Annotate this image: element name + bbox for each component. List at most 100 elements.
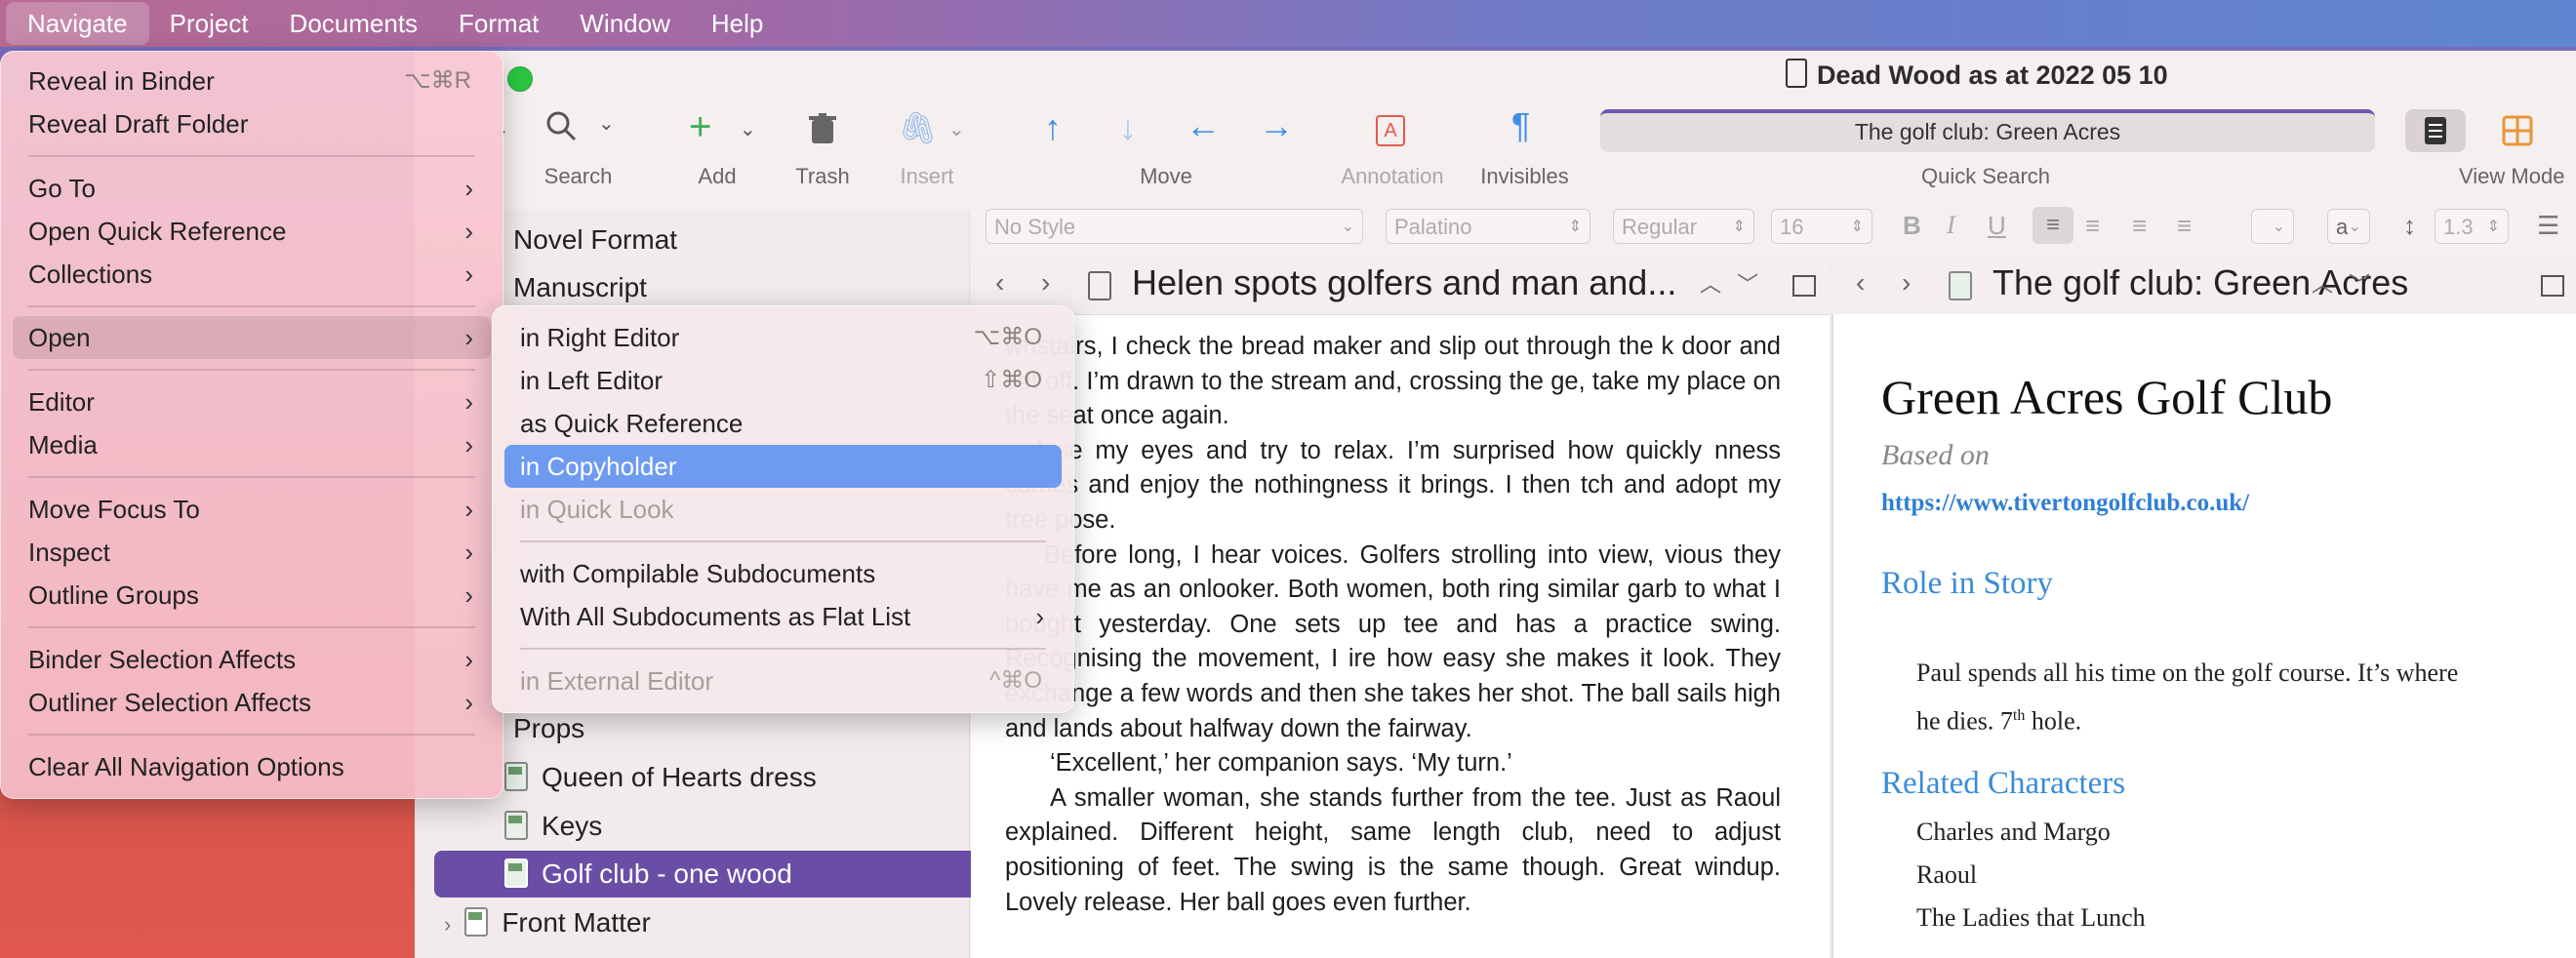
- menu-item-binder-selection-affects[interactable]: Binder Selection Affects ›: [13, 638, 491, 681]
- back-icon[interactable]: ‹: [995, 267, 1004, 299]
- based-on-label: Based on: [1881, 439, 1990, 471]
- menu-item-move-focus-to[interactable]: Move Focus To ›: [13, 488, 491, 531]
- menu-item-in-right-editor[interactable]: in Right Editor ⌥⌘O: [504, 316, 1062, 359]
- menu-item-in-external-editor: in External Editor ^⌘O: [520, 666, 1042, 696]
- menu-item-with-compilable-subdocuments[interactable]: with Compilable Subdocuments: [504, 552, 1062, 595]
- search-tool[interactable]: ⌄: [544, 109, 615, 147]
- chevron-down-icon[interactable]: ⌄: [948, 117, 965, 141]
- move-label: Move: [1140, 164, 1192, 188]
- add-icon[interactable]: +: [689, 105, 711, 149]
- menu-item-outliner-selection-affects[interactable]: Outliner Selection Affects ›: [13, 681, 491, 724]
- line-spacing-icon: ↕: [2403, 211, 2416, 240]
- menu-item-collections[interactable]: Collections ›: [13, 253, 491, 296]
- menu-item-inspect[interactable]: Inspect ›: [13, 531, 491, 574]
- menu-item-reveal-draft-folder[interactable]: Reveal Draft Folder: [13, 102, 491, 145]
- add-label: Add: [698, 164, 737, 188]
- split-editor-icon[interactable]: [1792, 275, 1816, 297]
- menu-item-flat-list[interactable]: With All Subdocuments as Flat List ›: [504, 595, 1062, 638]
- font-size-select[interactable]: 16 ⇕: [1771, 209, 1872, 244]
- move-down-icon[interactable]: ↓: [1119, 107, 1137, 148]
- left-editor-title: Helen spots golfers and man and...: [1132, 262, 1677, 302]
- menu-navigate[interactable]: Navigate: [6, 2, 149, 45]
- format-bar: No Style ⌄ Palatino ⇕ Regular ⇕ 16 ⇕ B I U ≡…: [971, 203, 2576, 250]
- right-editor-title: The golf club: Green Acres: [1992, 262, 2409, 302]
- chevron-up-icon[interactable]: ︿: [2312, 267, 2333, 299]
- chevron-up-icon[interactable]: ︿: [1700, 267, 1721, 299]
- image-document-icon: [504, 858, 528, 888]
- back-icon[interactable]: ‹: [1856, 267, 1865, 299]
- menu-item-go-to[interactable]: Go To ›: [13, 167, 491, 210]
- highlight-select[interactable]: a ⌄: [2327, 209, 2370, 244]
- underline-button[interactable]: U: [1988, 211, 2006, 241]
- menu-item-clear-all-navigation-options[interactable]: Clear All Navigation Options: [13, 745, 491, 788]
- align-center-button[interactable]: ≡: [2085, 211, 2100, 241]
- menu-item-outline-groups[interactable]: Outline Groups ›: [13, 574, 491, 617]
- search-icon: [546, 111, 577, 141]
- menu-item-open[interactable]: Open ›: [13, 316, 491, 359]
- justify-button[interactable]: ≡: [2177, 211, 2192, 241]
- menu-item-in-copyholder[interactable]: in Copyholder: [504, 445, 1062, 488]
- line-spacing-select[interactable]: 1.3 ⇕: [2435, 209, 2509, 244]
- split-editor-icon[interactable]: [2541, 275, 2564, 297]
- role-heading: Role in Story: [1881, 566, 2054, 601]
- menu-item-as-quick-reference[interactable]: as Quick Reference: [504, 402, 1062, 445]
- align-right-button[interactable]: ≡: [2132, 211, 2147, 241]
- forward-icon[interactable]: ›: [1041, 267, 1050, 299]
- menu-documents[interactable]: Documents: [269, 2, 439, 45]
- paragraph: ‘Excellent,’ her companion says. ‘My tur…: [1050, 749, 1512, 778]
- binder-item-manuscript[interactable]: Manuscript: [415, 264, 1067, 311]
- forward-icon[interactable]: ›: [1902, 267, 1911, 299]
- view-mode-corkboard[interactable]: [2488, 109, 2549, 152]
- bold-button[interactable]: B: [1903, 211, 1921, 241]
- binder-item[interactable]: Keys: [415, 803, 1059, 850]
- quick-search-label: Quick Search: [1920, 164, 2051, 188]
- window-title: Dead Wood as at 2022 05 10: [1786, 59, 2168, 91]
- move-right-icon[interactable]: →: [1259, 105, 1294, 146]
- pilcrow-icon[interactable]: ¶: [1511, 105, 1530, 146]
- left-editor-body[interactable]: wnstairs, I check the bread maker and sl…: [1005, 330, 1781, 920]
- annotation-icon[interactable]: A: [1376, 115, 1405, 146]
- menu-help[interactable]: Help: [691, 2, 784, 45]
- italic-button[interactable]: I: [1947, 211, 1955, 240]
- menu-window[interactable]: Window: [559, 2, 690, 45]
- menu-separator: [28, 369, 475, 371]
- menu-item-in-left-editor[interactable]: in Left Editor ⇧⌘O: [504, 359, 1062, 402]
- menu-format[interactable]: Format: [438, 2, 559, 45]
- trash-icon[interactable]: [809, 113, 836, 149]
- menu-item-media[interactable]: Media ›: [13, 423, 491, 466]
- paragraph: A smaller woman, she stands further from…: [1005, 783, 1781, 916]
- move-up-icon[interactable]: ↑: [1044, 107, 1062, 148]
- chevron-right-icon: ›: [464, 217, 473, 246]
- search-label: Search: [543, 164, 613, 188]
- binder-item-novel-format[interactable]: Novel Format: [415, 217, 1067, 263]
- font-select[interactable]: Palatino ⇕: [1386, 209, 1590, 244]
- paperclip-icon[interactable]: 🖇: [898, 109, 938, 146]
- reference-link[interactable]: https://www.tivertongolfclub.co.uk/: [1881, 490, 2249, 517]
- menu-project[interactable]: Project: [149, 2, 269, 45]
- disclosure-triangle-icon[interactable]: ›: [444, 912, 451, 937]
- chevron-right-icon: ›: [1035, 602, 1044, 631]
- menu-item-open-quick-reference[interactable]: Open Quick Reference ›: [13, 210, 491, 253]
- list-icon[interactable]: ☰: [2537, 211, 2559, 241]
- chevron-down-icon[interactable]: ﹀: [2349, 267, 2370, 299]
- chevron-down-icon[interactable]: ﹀: [1737, 267, 1758, 299]
- weight-select[interactable]: Regular ⇕: [1613, 209, 1754, 244]
- chevron-down-icon[interactable]: ⌄: [740, 117, 756, 141]
- binder-item-front-matter[interactable]: › Front Matter: [415, 899, 998, 946]
- zoom-window-button[interactable]: [507, 66, 533, 92]
- align-left-button[interactable]: ≡: [2033, 207, 2073, 244]
- menu-item-reveal-in-binder[interactable]: Reveal in Binder ⌥⌘R: [13, 60, 491, 102]
- view-mode-single[interactable]: [2405, 109, 2466, 152]
- binder-item[interactable]: Queen of Hearts dress: [415, 754, 1059, 801]
- binder-item-selected[interactable]: Golf club - one wood: [434, 851, 1020, 898]
- menu-separator: [28, 305, 475, 307]
- list-item: The Ladies that Lunch: [1916, 903, 2146, 932]
- right-editor-header: ‹ › The golf club: Green Acres ︿ ﹀: [1831, 256, 2576, 315]
- paragraph: wnstairs, I check the bread maker and sl…: [1005, 333, 1781, 430]
- text-color-select[interactable]: ⌄: [2251, 209, 2294, 244]
- move-left-icon[interactable]: ←: [1186, 105, 1221, 146]
- chevron-right-icon: ›: [464, 645, 473, 674]
- menu-item-editor[interactable]: Editor ›: [13, 380, 491, 423]
- trash-label: Trash: [795, 164, 850, 188]
- quick-search-field[interactable]: The golf club: Green Acres: [1600, 109, 2375, 152]
